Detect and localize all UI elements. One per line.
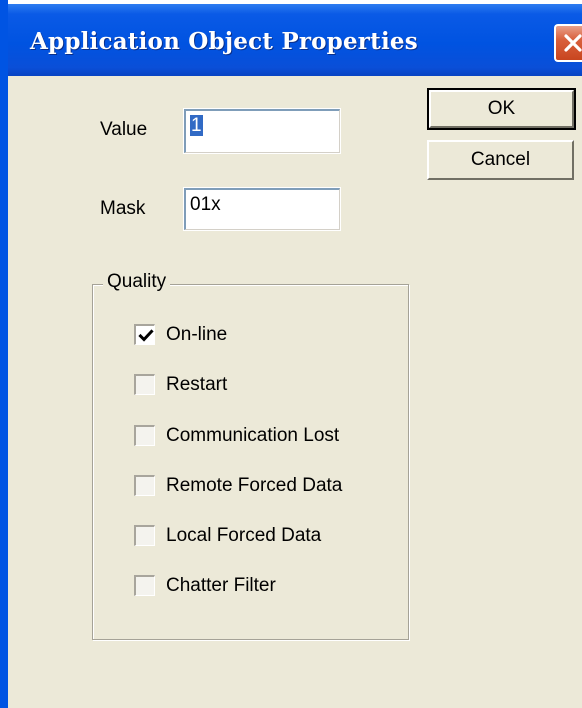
title-bar[interactable]: Application Object Properties — [8, 0, 582, 76]
online-checkbox[interactable] — [134, 324, 155, 345]
window-title: Application Object Properties — [30, 28, 418, 55]
value-field[interactable]: 1 — [183, 108, 341, 154]
ok-button[interactable]: OK — [427, 88, 576, 130]
mask-label: Mask — [100, 198, 146, 219]
quality-legend: Quality — [103, 271, 171, 293]
cancel-button[interactable]: Cancel — [427, 140, 574, 180]
mask-text: 01x — [190, 194, 221, 215]
value-text: 1 — [190, 115, 203, 136]
local-forced-data-label: Local Forced Data — [166, 525, 322, 546]
chatter-filter-checkbox[interactable] — [134, 575, 155, 596]
remote-forced-data-checkbox[interactable] — [134, 475, 155, 496]
online-label: On-line — [166, 324, 228, 345]
dialog-window: Application Object Properties Value 1 Ma… — [0, 0, 582, 708]
remote-forced-data-label: Remote Forced Data — [166, 475, 343, 496]
communication-lost-checkbox[interactable] — [134, 425, 155, 446]
restart-label: Restart — [166, 374, 228, 395]
local-forced-data-checkbox[interactable] — [134, 525, 155, 546]
restart-checkbox[interactable] — [134, 374, 155, 395]
chatter-filter-label: Chatter Filter — [166, 575, 276, 596]
value-label: Value — [100, 119, 148, 140]
communication-lost-label: Communication Lost — [166, 425, 340, 446]
mask-field[interactable]: 01x — [183, 187, 341, 231]
close-button[interactable] — [554, 24, 582, 62]
